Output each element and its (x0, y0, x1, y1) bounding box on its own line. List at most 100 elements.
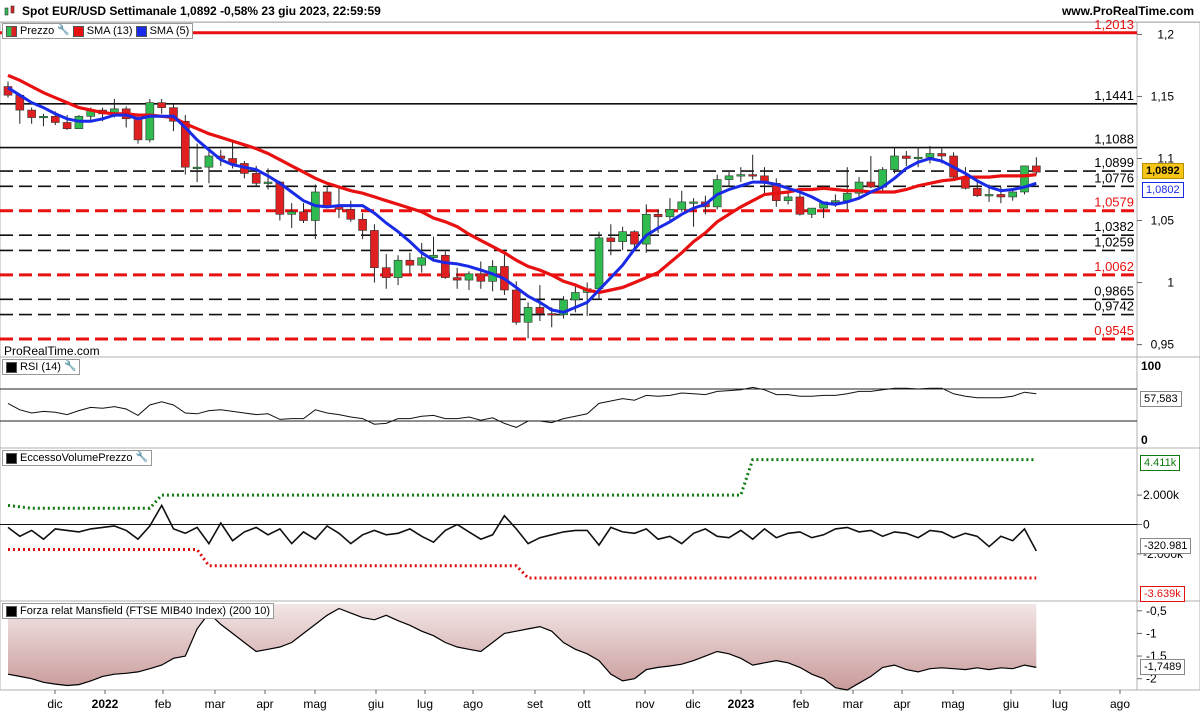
candle-body (287, 211, 296, 215)
candle-body (157, 102, 166, 108)
candle-body (606, 237, 616, 242)
x-axis-label: giu (1003, 697, 1019, 711)
level-label: 0,9545 (1094, 323, 1134, 338)
legend-ev: EccessoVolumePrezzo (20, 452, 133, 464)
x-axis-label: lug (417, 697, 433, 711)
mansfield-swatch-icon (6, 605, 17, 617)
candle-body (783, 196, 793, 201)
candle-body (381, 267, 391, 278)
x-axis-label: ago (463, 697, 483, 711)
x-axis-label: feb (793, 697, 810, 711)
ev-lower-tag: -3.639k (1140, 586, 1185, 602)
candle-body (464, 273, 474, 281)
candle-body (665, 209, 675, 218)
x-axis-label: 2023 (728, 697, 755, 711)
sma5-swatch-icon (135, 25, 147, 37)
x-axis-label: 2022 (92, 697, 119, 711)
candle-body (133, 118, 143, 141)
candle-body (653, 214, 663, 218)
legend-mansfield: Forza relat Mansfield (FTSE MIB40 Index)… (20, 605, 271, 617)
x-axis-label: mar (843, 697, 864, 711)
candle-body (405, 259, 415, 266)
price-axis-label: 0,95 (1151, 338, 1175, 352)
mansfield-legend[interactable]: Forza relat Mansfield (FTSE MIB40 Index)… (2, 603, 275, 619)
candle-body (39, 115, 48, 119)
candle-body (594, 237, 604, 290)
candle-body (62, 122, 72, 130)
level-label: 1,2013 (1094, 17, 1134, 32)
panel-frame (0, 21, 1200, 358)
candle-body (511, 289, 521, 323)
mansfield-value-tag: -1,7489 (1140, 659, 1186, 675)
x-axis-label: mag (303, 697, 326, 711)
x-axis-label: apr (893, 697, 910, 711)
level-label: 0,9865 (1094, 283, 1134, 298)
candle-body (547, 313, 557, 316)
price-axis-label: 1,15 (1151, 89, 1175, 103)
candle-body (890, 155, 899, 170)
ev-line (7, 503, 1038, 552)
x-axis-label: mag (941, 697, 964, 711)
level-label: 1,0062 (1094, 259, 1134, 274)
candle-body (452, 277, 462, 281)
candle-body (972, 187, 982, 197)
level-label: 1,0899 (1094, 155, 1134, 170)
sma13-swatch-icon (72, 25, 84, 37)
level-label: 1,1441 (1094, 88, 1134, 103)
candle-body (677, 201, 687, 210)
x-axis-label: giu (368, 697, 384, 711)
price-swatch-icon (6, 25, 17, 37)
level-label: 1,0776 (1094, 170, 1134, 185)
wrench-icon[interactable]: 🔧 (64, 360, 76, 374)
sma5-value-tag: 1,0802 (1142, 182, 1184, 198)
ev-upper-tag: 4.411k (1140, 455, 1181, 471)
legend-prezzo: Prezzo (20, 25, 55, 37)
wrench-icon[interactable]: 🔧 (57, 24, 69, 38)
candle-body (913, 156, 923, 160)
legend-rsi: RSI (14) (20, 361, 61, 373)
ev-upper-band (7, 458, 1037, 510)
candle-body (689, 201, 698, 204)
candle-body (571, 292, 580, 301)
candle-body (523, 307, 533, 323)
candle-body (807, 207, 817, 215)
x-axis-label: mar (205, 697, 226, 711)
ev-value-tag: -320.981 (1140, 538, 1192, 554)
x-axis-label: feb (155, 697, 172, 711)
last-price-tag: 1,0892 (1142, 163, 1184, 179)
candle-body (393, 259, 403, 278)
candle-body (50, 115, 60, 123)
ev-legend[interactable]: EccessoVolumePrezzo 🔧 (2, 450, 152, 466)
rsi-legend[interactable]: RSI (14) 🔧 (2, 359, 81, 375)
x-axis-label: dic (47, 697, 62, 711)
candle-body (748, 174, 757, 177)
x-axis-label: set (527, 697, 544, 711)
x-axis-label: ago (1110, 697, 1130, 711)
ev-swatch-icon (6, 452, 17, 464)
candle-body (27, 109, 36, 118)
candle-body (476, 273, 486, 282)
candle-body (996, 194, 1006, 198)
candle-body (937, 153, 947, 157)
candle-body (535, 307, 545, 314)
rsi-axis-label: 0 (1141, 433, 1148, 447)
x-axis-label: nov (635, 697, 654, 711)
price-legend[interactable]: Prezzo 🔧 SMA (13) SMA (5) (2, 23, 194, 39)
candle-body (724, 175, 734, 180)
candle-body (630, 231, 639, 245)
wrench-icon[interactable]: 🔧 (136, 451, 148, 465)
ev-lower-band (8, 548, 1037, 580)
rsi-swatch-icon (6, 361, 17, 373)
panel-frame (0, 356, 1200, 449)
candle-body (204, 155, 214, 168)
candle-body (417, 257, 427, 266)
candle-body (251, 173, 261, 184)
candle-body (831, 200, 840, 203)
legend-sma5: SMA (5) (149, 25, 190, 37)
sma5-line (7, 86, 1037, 314)
candle-body (618, 231, 627, 242)
level-label: 1,0579 (1094, 195, 1134, 210)
x-axis-label: dic (685, 697, 700, 711)
rsi-axis-label: 100 (1141, 359, 1161, 373)
level-label: 0,9742 (1094, 299, 1134, 314)
